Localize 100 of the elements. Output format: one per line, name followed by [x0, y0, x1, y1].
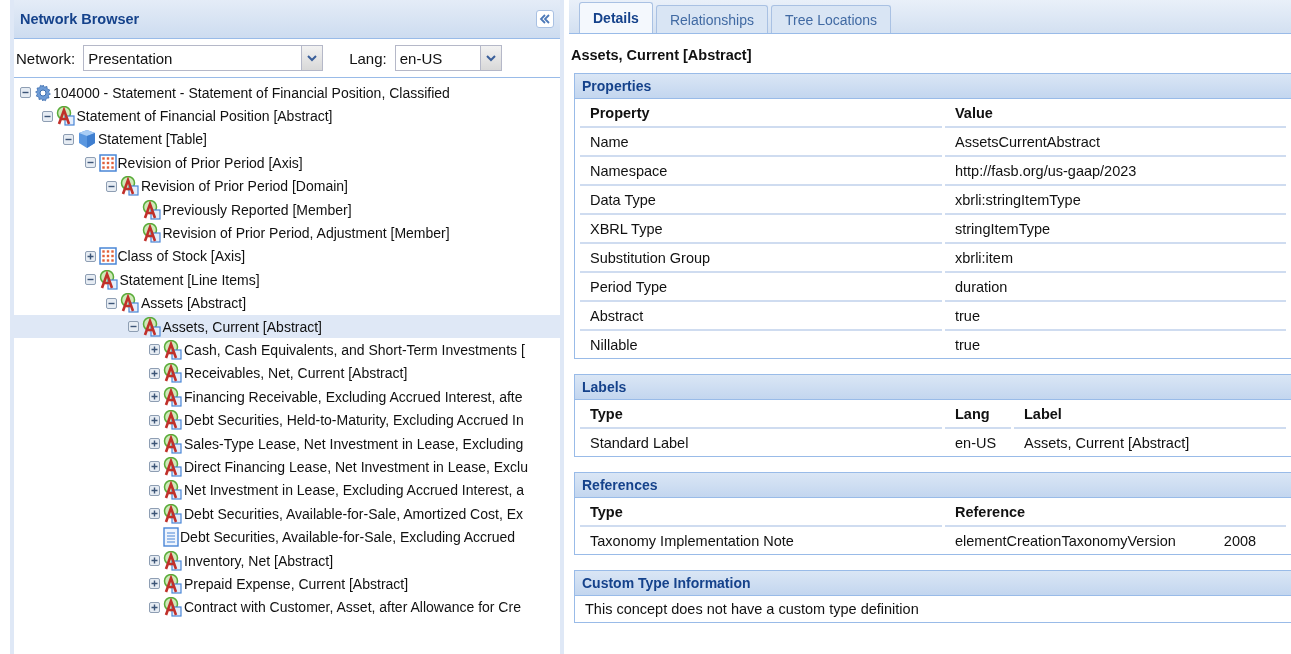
tree-row[interactable]: Previously Reported [Member] [14, 197, 560, 222]
collapse-icon[interactable] [84, 274, 96, 286]
tree-row[interactable]: Class of Stock [Axis] [14, 244, 560, 269]
expand-icon[interactable] [149, 601, 160, 613]
table-cell: elementCreationTaxonomyVersion [955, 532, 1176, 549]
tree-label: Contract with Customer, Asset, after Allowance for Cre [184, 599, 521, 616]
tab[interactable]: Tree Locations [771, 5, 892, 33]
table-cell: AssetsCurrentAbstract [945, 128, 1286, 157]
tree-row[interactable]: Statement [Table] [14, 127, 560, 152]
letter-a-icon [55, 106, 76, 127]
letter-a-icon [141, 316, 162, 337]
tree-label: Sales-Type Lease, Net Investment in Lease, Excluding [184, 435, 524, 452]
tab[interactable]: Details [579, 2, 653, 33]
tree-label: Assets, Current [Abstract] [162, 318, 322, 335]
tree-row[interactable]: Contract with Customer, Asset, after Allowance for Cre [14, 595, 560, 619]
expand-icon[interactable] [149, 438, 160, 450]
tree-row[interactable]: Direct Financing Lease, Net Investment in Lease, Exclu [14, 455, 560, 479]
section-title: Labels [575, 375, 1291, 400]
tree-row[interactable]: Debt Securities, Held-to-Maturity, Excluding Accrued In [14, 408, 560, 432]
tree-row[interactable]: Debt Securities, Available-for-Sale, Amortized Cost, Ex [14, 502, 560, 526]
letter-a-icon [141, 199, 162, 220]
tree-label: Statement [Table] [98, 131, 207, 148]
column-header: Value [945, 99, 1286, 128]
tree-row[interactable]: Prepaid Expense, Current [Abstract] [14, 572, 560, 596]
tree-label: Debt Securities, Held-to-Maturity, Excluding Accrued In [184, 412, 524, 429]
tree-label: Statement [Line Items] [119, 271, 260, 288]
tree-row[interactable]: Financing Receivable, Excluding Accrued Interest, afte [14, 385, 560, 409]
table-cell: Namespace [580, 157, 942, 186]
column-header: Lang [945, 400, 1011, 429]
table-cell-text: Standard Label [589, 433, 690, 453]
letter-a-icon [163, 340, 183, 360]
table-cell: Abstract [580, 302, 942, 331]
tree-row[interactable]: Inventory, Net [Abstract] [14, 548, 560, 573]
letter-a-icon [163, 363, 183, 384]
expand-icon[interactable] [149, 414, 160, 426]
table-cell: true [945, 302, 1286, 331]
collapse-icon[interactable] [106, 180, 117, 192]
tab[interactable]: Relationships [655, 5, 768, 33]
expand-icon[interactable] [149, 508, 160, 520]
table-cell-text: Nillable [589, 335, 639, 355]
table-cell: Substitution Group [580, 244, 942, 273]
field-label: Network: [16, 49, 76, 67]
table-cell: Data Type [580, 186, 942, 215]
tree-label: Revision of Prior Period [Axis] [117, 154, 303, 171]
language-dropdown[interactable]: en-US [394, 45, 502, 71]
letter-a-icon [120, 176, 140, 197]
collapse-icon[interactable] [63, 133, 74, 145]
letter-a-icon [163, 503, 183, 524]
expand-icon[interactable] [149, 391, 160, 403]
letter-a-icon [163, 573, 183, 594]
expand-icon[interactable] [149, 344, 160, 356]
tree-row[interactable]: 104000 - Statement - Statement of Financial Position, Classified [14, 81, 560, 105]
table-cell: xbrli:stringItemType [945, 186, 1286, 215]
dropdown-caret-icon[interactable] [301, 46, 323, 70]
tree-row[interactable]: Revision of Prior Period [Axis] [14, 151, 560, 175]
tree-row[interactable]: Statement [Line Items] [14, 268, 560, 292]
letter-a-icon [163, 456, 183, 477]
tree-row[interactable]: Net Investment in Lease, Excluding Accrued Interest, a [14, 478, 560, 503]
expand-icon[interactable] [84, 250, 96, 262]
tree-label: Prepaid Expense, Current [Abstract] [184, 575, 409, 592]
letter-a-icon [163, 480, 183, 501]
column-header: Type [580, 498, 942, 527]
tree-row[interactable]: Assets [Abstract] [14, 291, 560, 315]
tree-label: Cash, Cash Equivalents, and Short-Term Investments [ [184, 342, 525, 358]
table-cell: XBRL Type [580, 215, 942, 244]
collapse-panel-button[interactable] [536, 10, 554, 28]
tree-row[interactable]: Revision of Prior Period, Adjustment [Member] [14, 221, 560, 245]
collapse-icon[interactable] [106, 297, 117, 309]
tree-label: Debt Securities, Available-for-Sale, Amortized Cost, Ex [184, 505, 523, 522]
tree-row[interactable]: Statement of Financial Position [Abstract] [14, 104, 560, 128]
tree-label: Receivables, Net, Current [Abstract] [184, 365, 408, 382]
tree-row[interactable]: Sales-Type Lease, Net Investment in Lease, Excluding [14, 431, 560, 456]
tree-label: 104000 - Statement - Statement of Financial Position, Classified [53, 84, 450, 101]
tree-row[interactable]: Debt Securities, Available-for-Sale, Excluding Accrued [14, 525, 560, 549]
expand-icon[interactable] [149, 578, 160, 590]
cube-icon [77, 129, 97, 150]
table-cell: xbrli:item [945, 244, 1286, 273]
table-cell: http://fasb.org/us-gaap/2023 [945, 157, 1286, 186]
expand-icon[interactable] [149, 461, 160, 473]
table-cell: 2008 [1223, 532, 1257, 549]
column-header: Label [1014, 400, 1286, 429]
expand-icon[interactable] [149, 484, 160, 496]
tree-label: Net Investment in Lease, Excluding Accrued Interest, a [184, 482, 525, 499]
collapse-icon[interactable] [20, 87, 31, 99]
column-header: Reference [945, 498, 1286, 527]
expand-icon[interactable] [149, 555, 160, 566]
network-dropdown[interactable]: Presentation [83, 45, 324, 71]
dropdown-caret-icon[interactable] [479, 46, 501, 70]
collapse-icon[interactable] [84, 157, 96, 169]
tree-row[interactable]: Revision of Prior Period [Domain] [14, 174, 560, 198]
table-cell-text: en-US [954, 433, 998, 453]
tree-row[interactable]: Receivables, Net, Current [Abstract] [14, 361, 560, 386]
section-title: References [575, 473, 1291, 498]
collapse-icon[interactable] [127, 321, 139, 333]
tree-row[interactable]: Assets, Current [Abstract] [14, 314, 560, 339]
concept-title: Assets, Current [Abstract] [570, 46, 753, 65]
tree-row[interactable]: Cash, Cash Equivalents, and Short-Term Investments [ [14, 338, 560, 362]
expand-icon[interactable] [149, 367, 160, 379]
collapse-icon[interactable] [41, 110, 53, 122]
tree-label: Revision of Prior Period, Adjustment [Member] [162, 225, 450, 242]
